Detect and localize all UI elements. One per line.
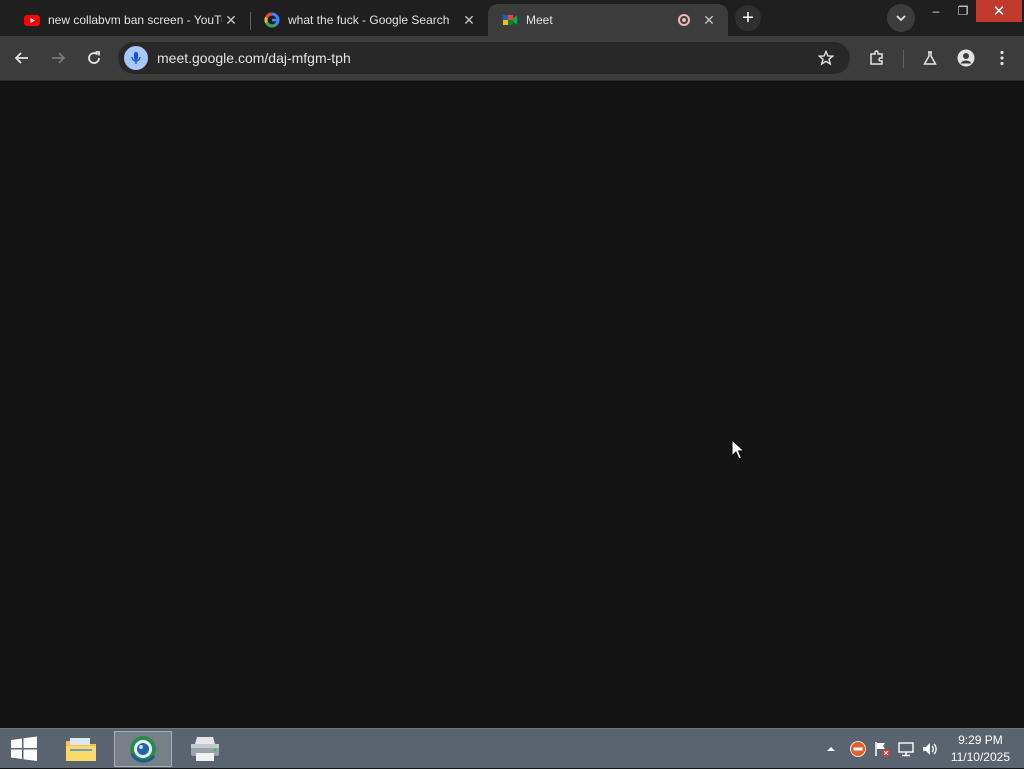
address-bar[interactable]: meet.google.com/daj-mfgm-tph bbox=[118, 42, 850, 74]
browser-icon bbox=[130, 736, 156, 763]
profile-button[interactable] bbox=[954, 46, 978, 70]
flask-icon bbox=[923, 51, 937, 65]
taskbar-browser[interactable] bbox=[114, 731, 172, 767]
window-close-button[interactable]: ✕ bbox=[976, 0, 1022, 22]
more-vertical-icon bbox=[1000, 50, 1004, 66]
reload-icon bbox=[88, 51, 100, 64]
close-tab-icon[interactable]: ✕ bbox=[460, 11, 478, 29]
url-text: meet.google.com/daj-mfgm-tph bbox=[157, 50, 351, 66]
taskbar: 9:29 PM 11/10/2025 bbox=[0, 728, 1024, 768]
close-tab-icon[interactable]: ✕ bbox=[222, 11, 240, 29]
tab-title: what the fuck - Google Search bbox=[288, 13, 450, 27]
chevron-down-icon bbox=[896, 15, 906, 22]
tab-meet[interactable]: Meet ✕ bbox=[488, 4, 728, 36]
arrow-right-icon bbox=[52, 52, 66, 64]
network-icon[interactable] bbox=[897, 729, 915, 769]
windows-start-button[interactable] bbox=[8, 735, 40, 763]
tray-security-icon[interactable] bbox=[849, 729, 867, 769]
minimize-button[interactable]: – bbox=[922, 0, 950, 22]
google-icon bbox=[264, 12, 280, 28]
clock-date: 11/10/2025 bbox=[950, 750, 1010, 764]
tab-youtube[interactable]: new collabvm ban screen - YouTube ✕ bbox=[10, 4, 250, 36]
bookmark-star-icon[interactable] bbox=[816, 48, 836, 68]
folder-icon bbox=[66, 738, 96, 761]
system-clock[interactable]: 9:29 PM 11/10/2025 bbox=[951, 732, 1010, 766]
browser-toolbar: meet.google.com/daj-mfgm-tph bbox=[0, 36, 1024, 80]
tab-google-search[interactable]: what the fuck - Google Search ✕ bbox=[250, 4, 488, 36]
clock-time: 9:29 PM bbox=[958, 733, 1003, 747]
mouse-cursor-icon bbox=[731, 439, 745, 460]
tab-search-button[interactable] bbox=[887, 4, 915, 32]
new-tab-button[interactable]: + bbox=[735, 5, 761, 31]
action-center-flag-icon[interactable] bbox=[873, 729, 891, 769]
back-button[interactable] bbox=[10, 46, 34, 70]
recording-indicator-icon bbox=[678, 14, 690, 26]
tab-title: new collabvm ban screen - YouTube bbox=[48, 13, 222, 27]
chevron-up-icon bbox=[827, 747, 835, 751]
toolbar-divider bbox=[903, 50, 904, 68]
forward-button[interactable] bbox=[46, 46, 70, 70]
plus-icon: + bbox=[742, 6, 754, 29]
extensions-button[interactable] bbox=[865, 46, 889, 70]
printer-icon bbox=[191, 737, 219, 761]
taskbar-file-explorer[interactable] bbox=[52, 731, 110, 767]
person-icon bbox=[957, 49, 975, 67]
taskbar-printer[interactable] bbox=[176, 731, 234, 767]
reload-button[interactable] bbox=[82, 46, 106, 70]
youtube-icon bbox=[24, 15, 40, 26]
arrow-left-icon bbox=[14, 52, 28, 64]
menu-button[interactable] bbox=[990, 46, 1014, 70]
page-content[interactable] bbox=[0, 81, 1024, 728]
show-hidden-icons-button[interactable] bbox=[826, 729, 836, 769]
restore-button[interactable]: ❐ bbox=[950, 0, 976, 22]
volume-icon[interactable] bbox=[921, 729, 939, 769]
tab-title: Meet bbox=[526, 13, 553, 27]
microphone-icon[interactable] bbox=[124, 46, 148, 70]
tab-strip: new collabvm ban screen - YouTube ✕ what… bbox=[0, 0, 1024, 36]
labs-button[interactable] bbox=[918, 46, 942, 70]
close-tab-icon[interactable]: ✕ bbox=[700, 11, 718, 29]
google-meet-icon bbox=[503, 15, 517, 25]
puzzle-icon bbox=[870, 50, 883, 65]
